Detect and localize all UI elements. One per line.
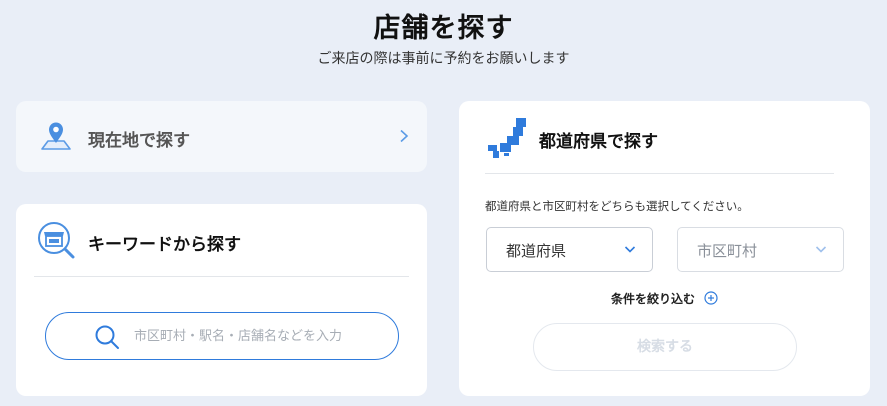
- page-title: 店舗を探す: [373, 13, 514, 44]
- narrow-conditions-label: 条件を絞り込む: [611, 292, 696, 306]
- prefecture-select-value: 都道府県: [506, 242, 567, 260]
- map-pin-icon: [41, 122, 71, 150]
- chevron-down-icon: [815, 246, 827, 253]
- current-location-label: 現在地で探す: [88, 131, 190, 151]
- keyword-search-input[interactable]: [134, 321, 384, 351]
- prefecture-search-title: 都道府県で探す: [539, 132, 658, 152]
- chevron-down-icon: [624, 246, 636, 253]
- city-select-value: 市区町村: [697, 242, 758, 260]
- plus-circle-icon: [704, 291, 718, 305]
- keyword-search-title: キーワードから探す: [88, 235, 241, 255]
- city-select[interactable]: 市区町村: [677, 227, 844, 272]
- prefecture-instruction: 都道府県と市区町村をどちらも選択してください。: [485, 199, 749, 213]
- search-button[interactable]: 検索する: [533, 323, 797, 371]
- keyword-search-card: キーワードから探す: [16, 204, 427, 396]
- chevron-right-icon: [400, 129, 409, 143]
- japan-map-icon: [488, 118, 526, 158]
- divider: [34, 276, 409, 277]
- keyword-search-box[interactable]: [45, 312, 399, 360]
- current-location-button[interactable]: 現在地で探す: [16, 101, 427, 172]
- divider: [485, 173, 834, 174]
- page-subtitle: ご来店の際は事前に予約をお願いします: [317, 51, 570, 67]
- search-icon: [95, 325, 119, 349]
- store-search-icon: [38, 222, 75, 259]
- prefecture-search-card: 都道府県で探す 都道府県と市区町村をどちらも選択してください。 都道府県 市区町…: [459, 101, 870, 396]
- prefecture-select[interactable]: 都道府県: [486, 227, 653, 272]
